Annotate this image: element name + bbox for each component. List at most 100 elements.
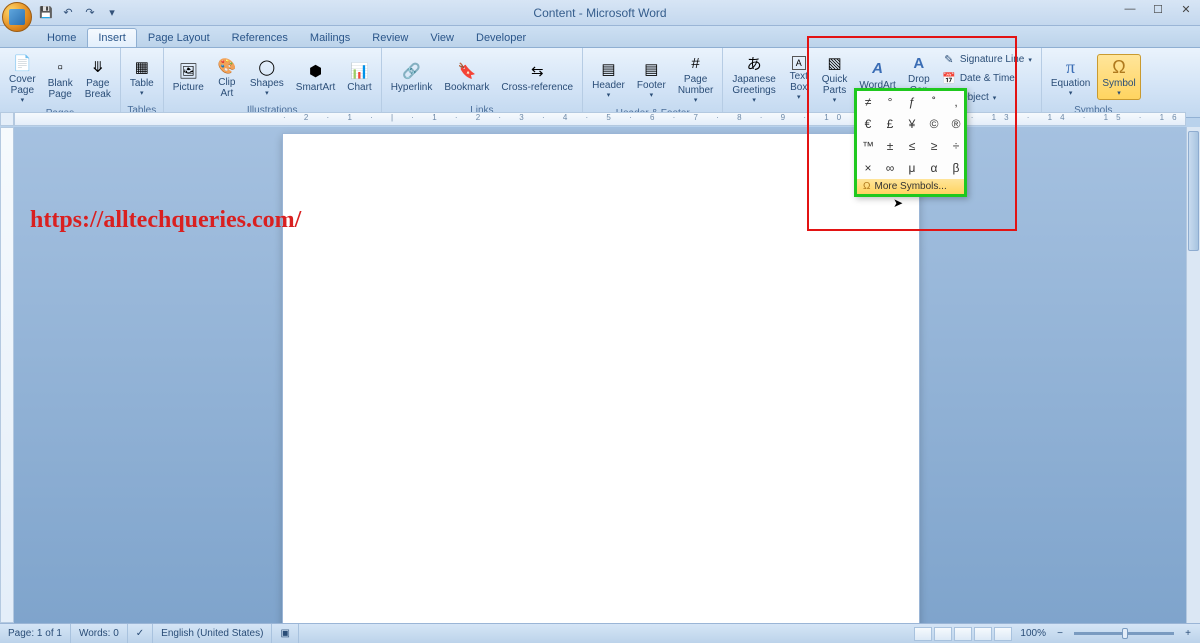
tab-page-layout[interactable]: Page Layout [137, 28, 221, 47]
hyperlink-icon: 🔗 [402, 61, 422, 81]
tab-view[interactable]: View [419, 28, 465, 47]
view-web-button[interactable] [954, 627, 972, 641]
scroll-thumb[interactable] [1188, 131, 1199, 251]
symbol-cell[interactable]: α [923, 157, 945, 179]
view-outline-button[interactable] [974, 627, 992, 641]
quick-access-toolbar: 💾 ↶ ↷ ▾ [38, 5, 120, 21]
document-area[interactable] [14, 127, 1186, 623]
symbol-cell[interactable]: ° [879, 91, 901, 113]
group-pages: 📄Cover Page▾ ▫Blank Page ⤋Page Break Pag… [0, 48, 121, 117]
header-button[interactable]: ▤Header▾ [587, 56, 630, 102]
symbol-cell[interactable]: ≠ [857, 91, 879, 113]
status-macro-icon[interactable]: ▣ [272, 624, 298, 643]
symbol-cell[interactable]: ƒ [901, 91, 923, 113]
undo-icon[interactable]: ↶ [60, 5, 76, 21]
table-icon: ▦ [132, 57, 152, 77]
quick-parts-button[interactable]: ▧Quick Parts▾ [817, 50, 853, 107]
symbol-cell[interactable]: ™ [857, 135, 879, 157]
view-full-screen-button[interactable] [934, 627, 952, 641]
picture-button[interactable]: 🖼Picture [168, 58, 209, 96]
view-print-layout-button[interactable] [914, 627, 932, 641]
symbol-cell[interactable]: ˚ [923, 91, 945, 113]
cover-page-button[interactable]: 📄Cover Page▾ [4, 50, 41, 107]
clip-art-button[interactable]: 🎨Clip Art [211, 53, 243, 102]
minimize-button[interactable]: — [1116, 0, 1144, 18]
clip-art-icon: 🎨 [217, 56, 237, 76]
symbol-cell[interactable]: μ [901, 157, 923, 179]
status-words[interactable]: Words: 0 [71, 624, 128, 643]
tab-home[interactable]: Home [36, 28, 87, 47]
view-draft-button[interactable] [994, 627, 1012, 641]
cross-reference-icon: ⇆ [527, 61, 547, 81]
tab-insert[interactable]: Insert [87, 28, 137, 47]
blank-page-button[interactable]: ▫Blank Page [43, 54, 78, 103]
symbol-cell[interactable]: ≥ [923, 135, 945, 157]
picture-icon: 🖼 [178, 61, 198, 81]
smartart-button[interactable]: ⬢SmartArt [291, 58, 340, 96]
cover-page-icon: 📄 [12, 53, 32, 73]
ruler-toggle[interactable] [0, 112, 14, 126]
vertical-scrollbar[interactable] [1186, 127, 1200, 623]
group-links: 🔗Hyperlink 🔖Bookmark ⇆Cross-reference Li… [382, 48, 583, 117]
hyperlink-button[interactable]: 🔗Hyperlink [386, 58, 438, 96]
status-language[interactable]: English (United States) [153, 624, 272, 643]
symbol-cell[interactable]: ¥ [901, 113, 923, 135]
save-icon[interactable]: 💾 [38, 5, 54, 21]
shapes-button[interactable]: ◯Shapes▾ [245, 54, 289, 100]
wordart-icon: A [868, 59, 888, 79]
japanese-greetings-button[interactable]: あJapanese Greetings▾ [727, 50, 780, 107]
office-button[interactable] [2, 2, 32, 32]
drop-cap-icon: A [909, 53, 929, 73]
zoom-thumb[interactable] [1122, 628, 1128, 639]
status-proofing-icon[interactable]: ✓ [128, 624, 153, 643]
symbol-cell[interactable]: ∞ [879, 157, 901, 179]
symbol-cell[interactable]: ® [945, 113, 967, 135]
symbol-cell[interactable]: ÷ [945, 135, 967, 157]
tab-mailings[interactable]: Mailings [299, 28, 361, 47]
symbol-cell[interactable]: β [945, 157, 967, 179]
horizontal-ruler[interactable]: · 2 · 1 · | · 1 · 2 · 3 · 4 · 5 · 6 · 7 … [14, 112, 1186, 126]
page-number-icon: # [686, 53, 706, 73]
symbol-cell[interactable]: £ [879, 113, 901, 135]
title-bar: 💾 ↶ ↷ ▾ Content - Microsoft Word — ☐ ✕ [0, 0, 1200, 26]
symbol-cell[interactable]: ≤ [901, 135, 923, 157]
redo-icon[interactable]: ↷ [82, 5, 98, 21]
vertical-ruler[interactable] [0, 127, 14, 623]
zoom-label[interactable]: 100% [1014, 628, 1052, 639]
quick-parts-icon: ▧ [825, 53, 845, 73]
page[interactable] [282, 133, 920, 623]
symbol-cell[interactable]: € [857, 113, 879, 135]
symbol-cell[interactable]: × [857, 157, 879, 179]
zoom-slider[interactable] [1074, 632, 1174, 635]
symbol-cell[interactable]: © [923, 113, 945, 135]
shapes-icon: ◯ [257, 57, 277, 77]
zoom-out-button[interactable]: − [1054, 628, 1066, 639]
zoom-in-button[interactable]: + [1182, 628, 1194, 639]
text-box-button[interactable]: AText Box▾ [783, 53, 815, 104]
bookmark-icon: 🔖 [457, 61, 477, 81]
symbol-cell[interactable]: ± [879, 135, 901, 157]
page-number-button[interactable]: #Page Number▾ [673, 50, 719, 107]
equation-button[interactable]: πEquation▾ [1046, 54, 1095, 100]
status-page[interactable]: Page: 1 of 1 [0, 624, 71, 643]
table-button[interactable]: ▦Table▾ [125, 54, 159, 100]
tab-references[interactable]: References [221, 28, 299, 47]
symbol-cell[interactable]: , [945, 91, 967, 113]
chart-button[interactable]: 📊Chart [342, 58, 376, 96]
page-break-button[interactable]: ⤋Page Break [80, 54, 116, 103]
date-time-button[interactable]: 📅Date & Time [937, 70, 1037, 88]
cross-reference-button[interactable]: ⇆Cross-reference [496, 58, 578, 96]
window-title: Content - Microsoft Word [533, 6, 666, 20]
tab-review[interactable]: Review [361, 28, 419, 47]
bookmark-button[interactable]: 🔖Bookmark [439, 58, 494, 96]
maximize-button[interactable]: ☐ [1144, 0, 1172, 18]
close-button[interactable]: ✕ [1172, 0, 1200, 18]
qat-dropdown-icon[interactable]: ▾ [104, 5, 120, 21]
symbol-button[interactable]: ΩSymbol▾ [1097, 54, 1140, 100]
footer-button[interactable]: ▤Footer▾ [632, 56, 671, 102]
symbol-dropdown-menu: ≠°ƒ˚, €£¥©® ™±≤≥÷ ×∞μαβ Ω More Symbols... [854, 88, 967, 197]
tab-developer[interactable]: Developer [465, 28, 537, 47]
header-icon: ▤ [599, 59, 619, 79]
more-symbols-button[interactable]: Ω More Symbols... [857, 179, 964, 194]
signature-line-button[interactable]: ✎Signature Line▾ [937, 51, 1037, 69]
